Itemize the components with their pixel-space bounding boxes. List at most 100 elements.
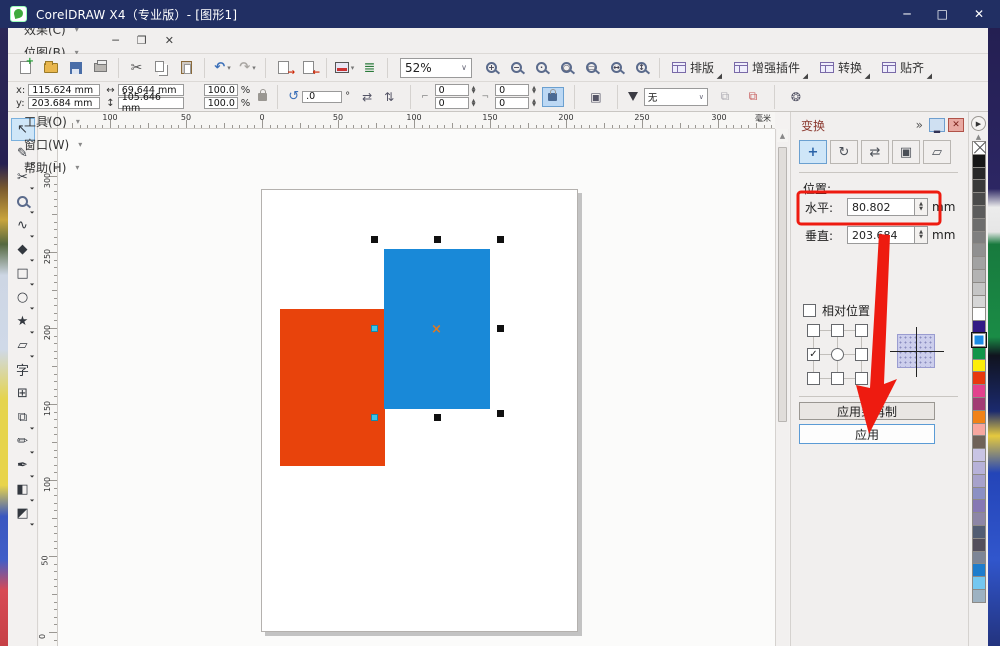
anchor-bottom-center-checkbox[interactable] (831, 372, 844, 385)
zoom-to-width-button[interactable]: ↔ (605, 57, 628, 79)
selection-handle-top-middle[interactable] (434, 236, 441, 243)
vertical-spinner[interactable]: ▲ ▼ (915, 226, 928, 244)
window-maximize-button[interactable]: □ (937, 7, 948, 21)
palette-swatch-20[interactable] (971, 396, 986, 411)
scale-h-input[interactable]: 100.0 (203, 84, 238, 96)
docker-close-button[interactable]: ✕ (948, 118, 964, 132)
zoom-to-page-button[interactable]: ▭ (580, 57, 603, 79)
rectangle-tool[interactable]: □ (11, 262, 35, 286)
copy-button[interactable] (150, 57, 173, 79)
scroll-up-icon[interactable]: ▲ (777, 129, 788, 142)
corner-radius-bl-input[interactable]: 0 (434, 97, 469, 109)
document-minimize-button[interactable]: ─ (112, 34, 119, 47)
scale-lock-icon[interactable] (258, 88, 268, 101)
toolbar-typesetting-button[interactable]: 排版 ◢ (666, 57, 722, 80)
palette-swatch-2[interactable] (971, 166, 986, 181)
zoom-selected-button[interactable]: · (530, 57, 553, 79)
table-tool[interactable]: ⊞ (11, 382, 35, 405)
horizontal-position-input[interactable]: 80.802 (847, 198, 915, 216)
docker-collapse-icon[interactable]: » (916, 118, 923, 132)
object-y-input[interactable]: 203.684 mm (27, 97, 100, 109)
vertical-scrollbar[interactable]: ▲ (775, 129, 789, 646)
application-launcher-button[interactable]: ▾ (333, 57, 356, 79)
palette-swatch-14[interactable] (971, 320, 986, 334)
selection-handle-top-right[interactable] (497, 236, 504, 243)
palette-swatch-11[interactable] (971, 281, 986, 296)
to-front-button[interactable]: ⧉ (714, 87, 736, 107)
zoom-level-select[interactable]: 52% ∨ (400, 57, 472, 78)
palette-swatch-1[interactable] (971, 153, 986, 168)
blend-tool[interactable]: ⧉ (11, 406, 35, 430)
selection-handle-middle-right[interactable] (497, 325, 504, 332)
outline-width-select[interactable]: 无 ∨ (643, 87, 708, 106)
transform-position-tab[interactable]: + (799, 140, 827, 164)
palette-swatch-22[interactable] (971, 422, 986, 437)
transform-size-tab[interactable]: ▣ (892, 140, 920, 164)
rotation-angle-input[interactable]: .0 (302, 90, 343, 103)
mirror-vertical-button[interactable]: ⇅ (378, 87, 400, 107)
smart-fill-tool[interactable]: ◆ (11, 238, 35, 262)
interactive-fill-tool[interactable]: ◩ (11, 502, 35, 526)
selection-handle-top-left[interactable] (371, 236, 378, 243)
paste-button[interactable] (175, 57, 198, 79)
scrollbar-thumb[interactable] (778, 147, 787, 422)
transform-skew-tab[interactable]: ▱ (923, 140, 951, 164)
palette-swatch-10[interactable] (971, 268, 986, 283)
relative-position-checkbox[interactable] (803, 304, 816, 317)
scale-v-input[interactable]: 100.0 (203, 97, 238, 109)
horizontal-ruler[interactable]: 100 50 0 50 100 150 200 250 300 毫米 (58, 112, 775, 129)
anchor-bottom-right-checkbox[interactable] (855, 372, 868, 385)
menu-item-tools[interactable]: 工具(O) (18, 110, 88, 133)
ellipse-tool[interactable]: ○ (11, 286, 35, 310)
palette-swatch-25[interactable] (971, 460, 986, 475)
selection-handle-bottom-right[interactable] (497, 410, 504, 417)
polygon-tool[interactable]: ★ (11, 310, 35, 334)
new-document-button[interactable] (14, 56, 37, 79)
palette-swatch-34[interactable] (971, 576, 986, 590)
import-button[interactable]: → (272, 57, 295, 79)
eyedropper-tool[interactable]: ✏ (11, 430, 35, 454)
palette-swatch-35[interactable] (971, 588, 986, 603)
toolbar-plugins-button[interactable]: 增强插件 ◢ (728, 57, 808, 80)
freehand-tool[interactable]: ∿ (11, 214, 35, 238)
open-button[interactable] (39, 57, 62, 79)
toolbar-convert-button[interactable]: 转换 ◢ (814, 57, 870, 80)
palette-swatch-27[interactable] (971, 486, 986, 501)
corner-lock-button[interactable] (541, 86, 564, 107)
drawing-canvas[interactable]: × (58, 129, 775, 646)
palette-swatch-6[interactable] (971, 217, 986, 232)
undo-dropdown-icon[interactable]: ▾ (227, 64, 231, 72)
palette-no-color-swatch[interactable] (971, 141, 986, 155)
anchor-top-right-checkbox[interactable] (855, 324, 868, 337)
palette-swatch-23[interactable] (971, 435, 986, 450)
palette-swatch-19[interactable] (971, 384, 986, 398)
refresh-button[interactable]: ❂ (785, 87, 807, 107)
palette-swatch-12[interactable] (971, 294, 986, 309)
palette-swatch-24[interactable] (971, 448, 986, 462)
anchor-bottom-left-checkbox[interactable] (807, 372, 820, 385)
zoom-out-button[interactable]: − (505, 57, 528, 79)
orange-rectangle[interactable] (280, 309, 385, 466)
mirror-horizontal-button[interactable]: ⇄ (356, 87, 378, 107)
anchor-top-left-checkbox[interactable] (807, 324, 820, 337)
zoom-in-button[interactable]: + (480, 57, 503, 79)
menu-item-help[interactable]: 帮助(H) (18, 156, 88, 179)
zoom-to-height-button[interactable]: ↕ (630, 57, 653, 79)
node-handle-bottom-left[interactable] (371, 414, 378, 421)
corner-radius-tr-input[interactable]: 0 (495, 84, 530, 96)
palette-swatch-7[interactable] (971, 230, 986, 245)
basic-shapes-tool[interactable]: ▱ (11, 334, 35, 358)
wrap-text-button[interactable]: ▣ (585, 87, 607, 107)
palette-swatch-26[interactable] (971, 473, 986, 488)
anchor-top-center-checkbox[interactable] (831, 324, 844, 337)
window-close-button[interactable]: ✕ (974, 7, 984, 21)
print-button[interactable] (89, 57, 112, 79)
object-height-input[interactable]: 105.646 mm (117, 92, 184, 114)
palette-flyout-button[interactable]: ▶ (971, 116, 986, 131)
toolbar-snap-button[interactable]: 贴齐 ◢ (876, 57, 932, 80)
zoom-tool[interactable] (11, 190, 35, 214)
document-close-button[interactable]: ✕ (165, 34, 174, 47)
object-center-marker[interactable]: × (431, 322, 442, 337)
zoom-all-objects-button[interactable]: ○ (555, 57, 578, 79)
fill-tool[interactable]: ◧ (11, 478, 35, 502)
